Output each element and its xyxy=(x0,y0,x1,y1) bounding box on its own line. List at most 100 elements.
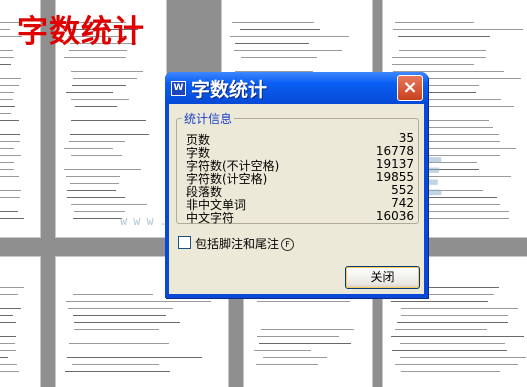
text-line xyxy=(0,162,14,163)
statistics-groupbox: 统计信息 页数 35 字数 16778 字符数(不计空格) 19137 字符数(… xyxy=(176,110,419,225)
text-line xyxy=(391,301,488,302)
text-line xyxy=(235,43,310,44)
text-line xyxy=(257,336,339,337)
stat-row-pages: 页数 35 xyxy=(186,131,414,147)
text-line xyxy=(0,190,22,191)
text-line xyxy=(71,120,146,121)
text-line xyxy=(392,57,486,58)
text-line xyxy=(232,22,315,23)
text-line xyxy=(0,155,22,156)
text-line xyxy=(67,190,116,191)
stat-row-chinese-chars: 中文字符 16036 xyxy=(186,209,414,225)
text-line xyxy=(72,85,126,86)
text-line xyxy=(401,308,518,309)
text-line xyxy=(400,357,527,358)
close-button[interactable]: 关闭 xyxy=(345,266,420,289)
stat-row-chars-with-spaces: 字符数(计空格) 19855 xyxy=(186,170,414,186)
text-line xyxy=(0,141,21,142)
text-line xyxy=(391,336,525,337)
text-line xyxy=(0,113,12,114)
statistics-group-label: 统计信息 xyxy=(182,110,235,127)
stat-value: 16778 xyxy=(375,144,414,158)
text-line xyxy=(74,322,180,323)
text-line xyxy=(69,141,126,142)
text-line xyxy=(0,364,17,365)
text-line xyxy=(70,134,149,135)
text-line xyxy=(0,92,14,93)
word-count-dialog: W 字数统计 × 统计信息 页数 35 字数 16778 字符数(不计空格) 1… xyxy=(165,72,428,298)
text-line xyxy=(0,148,15,149)
stat-label: 中文字符 xyxy=(186,211,235,225)
text-line xyxy=(0,64,12,65)
text-line xyxy=(392,350,507,351)
text-line xyxy=(73,315,167,316)
stat-row-non-chinese-words: 非中文单词 742 xyxy=(186,196,414,212)
text-line xyxy=(399,50,487,51)
stat-row-chars-no-spaces: 字符数(不计空格) 19137 xyxy=(186,157,414,173)
text-line xyxy=(0,57,14,58)
text-line xyxy=(0,99,13,100)
text-line xyxy=(74,329,160,330)
text-line xyxy=(75,106,118,107)
text-line xyxy=(0,294,19,295)
text-line xyxy=(230,36,349,37)
text-line xyxy=(397,322,508,323)
text-line xyxy=(0,78,21,79)
text-line xyxy=(0,134,21,135)
text-line xyxy=(71,99,129,100)
text-line xyxy=(392,64,475,65)
text-line xyxy=(0,120,20,121)
text-line xyxy=(0,106,16,107)
text-line xyxy=(241,57,318,58)
text-line xyxy=(398,36,491,37)
text-line xyxy=(400,343,505,344)
text-line xyxy=(71,155,122,156)
text-line xyxy=(74,211,125,212)
text-line xyxy=(65,371,170,372)
text-line xyxy=(70,183,120,184)
text-line xyxy=(66,92,114,93)
include-footnotes-checkbox[interactable] xyxy=(178,236,191,249)
text-line xyxy=(0,343,15,344)
text-line xyxy=(254,350,312,351)
text-line xyxy=(66,301,211,302)
close-icon[interactable]: × xyxy=(397,75,423,101)
text-line xyxy=(0,50,14,51)
stat-value: 16036 xyxy=(375,209,414,223)
stat-value: 19855 xyxy=(375,170,414,184)
text-line xyxy=(259,343,351,344)
text-line xyxy=(71,71,143,72)
text-line xyxy=(71,204,148,205)
text-line xyxy=(64,57,126,58)
text-line xyxy=(73,294,153,295)
text-line xyxy=(0,197,21,198)
include-footnotes-option[interactable]: 包括脚注和尾注 F xyxy=(178,235,308,251)
include-footnotes-label[interactable]: 包括脚注和尾注 F xyxy=(195,235,295,252)
text-line xyxy=(68,308,174,309)
include-footnotes-text: 包括脚注和尾注 xyxy=(195,237,280,251)
text-line xyxy=(0,211,19,212)
text-line xyxy=(64,169,141,170)
stat-value: 35 xyxy=(398,131,414,145)
stat-value: 742 xyxy=(391,196,414,210)
text-line xyxy=(261,329,354,330)
text-line xyxy=(0,85,19,86)
text-line xyxy=(395,364,519,365)
dialog-titlebar[interactable]: W 字数统计 × xyxy=(165,72,428,104)
text-line xyxy=(0,308,21,309)
text-line xyxy=(256,364,318,365)
stat-row-words: 字数 16778 xyxy=(186,144,414,160)
word-app-icon: W xyxy=(171,81,186,96)
text-line xyxy=(257,301,350,302)
document-page-thumbnail[interactable] xyxy=(0,257,40,387)
text-line xyxy=(0,176,20,177)
text-line xyxy=(263,357,327,358)
text-line xyxy=(64,148,113,149)
text-line xyxy=(67,357,203,358)
stat-value: 19137 xyxy=(375,157,414,171)
text-line xyxy=(395,329,487,330)
text-line xyxy=(69,343,169,344)
text-line xyxy=(0,357,9,358)
text-line xyxy=(67,197,125,198)
text-line xyxy=(395,22,474,23)
